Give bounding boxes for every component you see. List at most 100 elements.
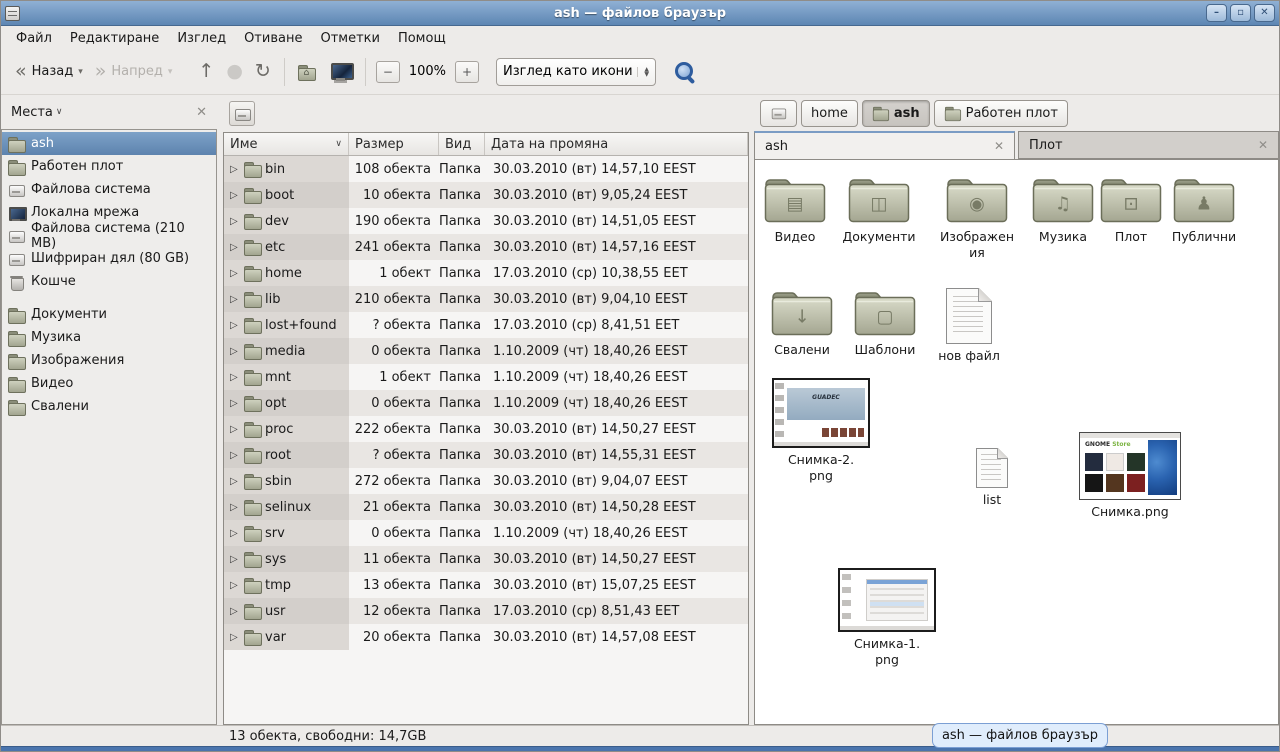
- zoom-out-button[interactable]: −: [376, 61, 400, 83]
- expander-icon[interactable]: ▷: [230, 606, 240, 617]
- sidebar-item-кошче[interactable]: Кошче: [2, 270, 216, 293]
- maximize-button[interactable]: ▫: [1230, 4, 1251, 22]
- table-row[interactable]: ▷ boot 10 обекта Папка 30.03.2010 (вт) 9…: [224, 182, 748, 208]
- expander-icon[interactable]: ▷: [230, 398, 240, 409]
- table-row[interactable]: ▷ tmp 13 обекта Папка 30.03.2010 (вт) 15…: [224, 572, 748, 598]
- image-file-item[interactable]: Снимка-2. png: [773, 378, 869, 483]
- image-file-item[interactable]: GNOME Store Снимка.png: [1082, 432, 1178, 520]
- forward-dropdown-icon[interactable]: ▾: [168, 67, 173, 77]
- expander-icon[interactable]: ▷: [230, 294, 240, 305]
- image-file-item[interactable]: Снимка-1. png: [839, 568, 935, 667]
- expander-icon[interactable]: ▷: [230, 450, 240, 461]
- close-button[interactable]: ✕: [1254, 4, 1275, 22]
- expander-icon[interactable]: ▷: [230, 216, 240, 227]
- table-row[interactable]: ▷ bin 108 обекта Папка 30.03.2010 (вт) 1…: [224, 156, 748, 182]
- folder-item[interactable]: ♟ Публични: [1156, 175, 1252, 245]
- table-row[interactable]: ▷ dev 190 обекта Папка 30.03.2010 (вт) 1…: [224, 208, 748, 234]
- menu-item[interactable]: Файл: [7, 29, 61, 48]
- tab-плот[interactable]: Плот ✕: [1018, 131, 1279, 159]
- back-button[interactable]: « Назад ▾: [9, 55, 89, 89]
- sidebar-item-музика[interactable]: Музика: [2, 326, 216, 349]
- computer-button[interactable]: [324, 55, 358, 89]
- table-row[interactable]: ▷ media 0 обекта Папка 1.10.2009 (чт) 18…: [224, 338, 748, 364]
- sidebar-item-файлова[interactable]: Файлова система (210 MB): [2, 224, 216, 247]
- menu-item[interactable]: Отметки: [311, 29, 388, 48]
- file-date: 30.03.2010 (вт) 9,05,24 EEST: [485, 188, 748, 203]
- expander-icon[interactable]: ▷: [230, 580, 240, 591]
- table-row[interactable]: ▷ opt 0 обекта Папка 1.10.2009 (чт) 18,4…: [224, 390, 748, 416]
- sidebar-item-видео[interactable]: Видео: [2, 372, 216, 395]
- expander-icon[interactable]: ▷: [230, 242, 240, 253]
- expander-icon[interactable]: ▷: [230, 502, 240, 513]
- folder-item[interactable]: ▤ Видео: [754, 175, 843, 245]
- sidebar-item-изображения[interactable]: Изображения: [2, 349, 216, 372]
- table-row[interactable]: ▷ home 1 обект Папка 17.03.2010 (ср) 10,…: [224, 260, 748, 286]
- sidebar-item-шифриран[interactable]: Шифриран дял (80 GB): [2, 247, 216, 270]
- sidebar-item-свалени[interactable]: Свалени: [2, 395, 216, 418]
- table-row[interactable]: ▷ root ? обекта Папка 30.03.2010 (вт) 14…: [224, 442, 748, 468]
- minimize-button[interactable]: –: [1206, 4, 1227, 22]
- view-mode-select[interactable]: Изглед като икони ▲▼: [496, 58, 656, 86]
- menu-item[interactable]: Отиване: [235, 29, 311, 48]
- column-header-size[interactable]: Размер: [349, 133, 439, 155]
- search-icon[interactable]: [674, 61, 696, 83]
- folder-item[interactable]: ▢ Шаблони: [837, 288, 933, 358]
- expander-icon[interactable]: ▷: [230, 320, 240, 331]
- folder-item[interactable]: ◫ Документи: [831, 175, 927, 245]
- table-row[interactable]: ▷ usr 12 обекта Папка 17.03.2010 (ср) 8,…: [224, 598, 748, 624]
- expander-icon[interactable]: ▷: [230, 268, 240, 279]
- forward-button[interactable]: » Напред ▾: [89, 55, 179, 89]
- table-row[interactable]: ▷ etc 241 обекта Папка 30.03.2010 (вт) 1…: [224, 234, 748, 260]
- table-row[interactable]: ▷ sbin 272 обекта Папка 30.03.2010 (вт) …: [224, 468, 748, 494]
- sidebar-item-файлова[interactable]: Файлова система: [2, 178, 216, 201]
- column-header-date[interactable]: Дата на промяна: [485, 133, 748, 155]
- sidebar-item-документи[interactable]: Документи: [2, 303, 216, 326]
- chevron-down-icon[interactable]: ∨: [56, 107, 63, 117]
- sidebar-close-icon[interactable]: ✕: [196, 105, 207, 120]
- tab-close-icon[interactable]: ✕: [1258, 138, 1268, 152]
- table-row[interactable]: ▷ sys 11 обекта Папка 30.03.2010 (вт) 14…: [224, 546, 748, 572]
- expander-icon[interactable]: ▷: [230, 476, 240, 487]
- menu-item[interactable]: Редактиране: [61, 29, 168, 48]
- up-button[interactable]: ↑: [192, 55, 220, 89]
- folder-icon: [244, 421, 261, 437]
- breadcrumb-button[interactable]: [760, 100, 797, 127]
- table-row[interactable]: ▷ lib 210 обекта Папка 30.03.2010 (вт) 9…: [224, 286, 748, 312]
- column-header-type[interactable]: Вид: [439, 133, 485, 155]
- sidebar-item-ash[interactable]: ash: [2, 132, 216, 155]
- table-row[interactable]: ▷ srv 0 обекта Папка 1.10.2009 (чт) 18,4…: [224, 520, 748, 546]
- menu-item[interactable]: Изглед: [168, 29, 235, 48]
- table-row[interactable]: ▷ selinux 21 обекта Папка 30.03.2010 (вт…: [224, 494, 748, 520]
- zoom-in-button[interactable]: +: [455, 61, 479, 83]
- expander-icon[interactable]: ▷: [230, 164, 240, 175]
- tab-ash[interactable]: ash ✕: [754, 131, 1015, 159]
- folder-item[interactable]: ◉ Изображен ия: [929, 175, 1025, 260]
- expander-icon[interactable]: ▷: [230, 632, 240, 643]
- tab-close-icon[interactable]: ✕: [994, 139, 1004, 153]
- folder-item[interactable]: ↓ Свалени: [754, 288, 850, 358]
- file-item[interactable]: list: [944, 448, 1040, 508]
- sidebar-title[interactable]: Места: [11, 105, 53, 120]
- expander-icon[interactable]: ▷: [230, 346, 240, 357]
- expander-icon[interactable]: ▷: [230, 190, 240, 201]
- breadcrumb-button[interactable]: Работен плот: [934, 100, 1068, 127]
- expander-icon[interactable]: ▷: [230, 528, 240, 539]
- table-row[interactable]: ▷ lost+found ? обекта Папка 17.03.2010 (…: [224, 312, 748, 338]
- sidebar-item-работен[interactable]: Работен плот: [2, 155, 216, 178]
- back-dropdown-icon[interactable]: ▾: [78, 67, 83, 77]
- table-row[interactable]: ▷ mnt 1 обект Папка 1.10.2009 (чт) 18,40…: [224, 364, 748, 390]
- table-row[interactable]: ▷ var 20 обекта Папка 30.03.2010 (вт) 14…: [224, 624, 748, 650]
- column-header-name[interactable]: Име∨: [224, 133, 349, 155]
- reload-button[interactable]: ↻: [249, 55, 277, 89]
- root-location-button[interactable]: [229, 101, 255, 126]
- expander-icon[interactable]: ▷: [230, 424, 240, 435]
- breadcrumb-button[interactable]: ash: [862, 100, 930, 127]
- expander-icon[interactable]: ▷: [230, 372, 240, 383]
- breadcrumb-button[interactable]: home: [801, 100, 858, 127]
- table-row[interactable]: ▷ proc 222 обекта Папка 30.03.2010 (вт) …: [224, 416, 748, 442]
- stop-button[interactable]: ●: [220, 55, 249, 89]
- expander-icon[interactable]: ▷: [230, 554, 240, 565]
- file-item[interactable]: нов файл: [921, 288, 1017, 364]
- menu-item[interactable]: Помощ: [389, 29, 455, 48]
- home-button[interactable]: ⌂: [292, 55, 324, 89]
